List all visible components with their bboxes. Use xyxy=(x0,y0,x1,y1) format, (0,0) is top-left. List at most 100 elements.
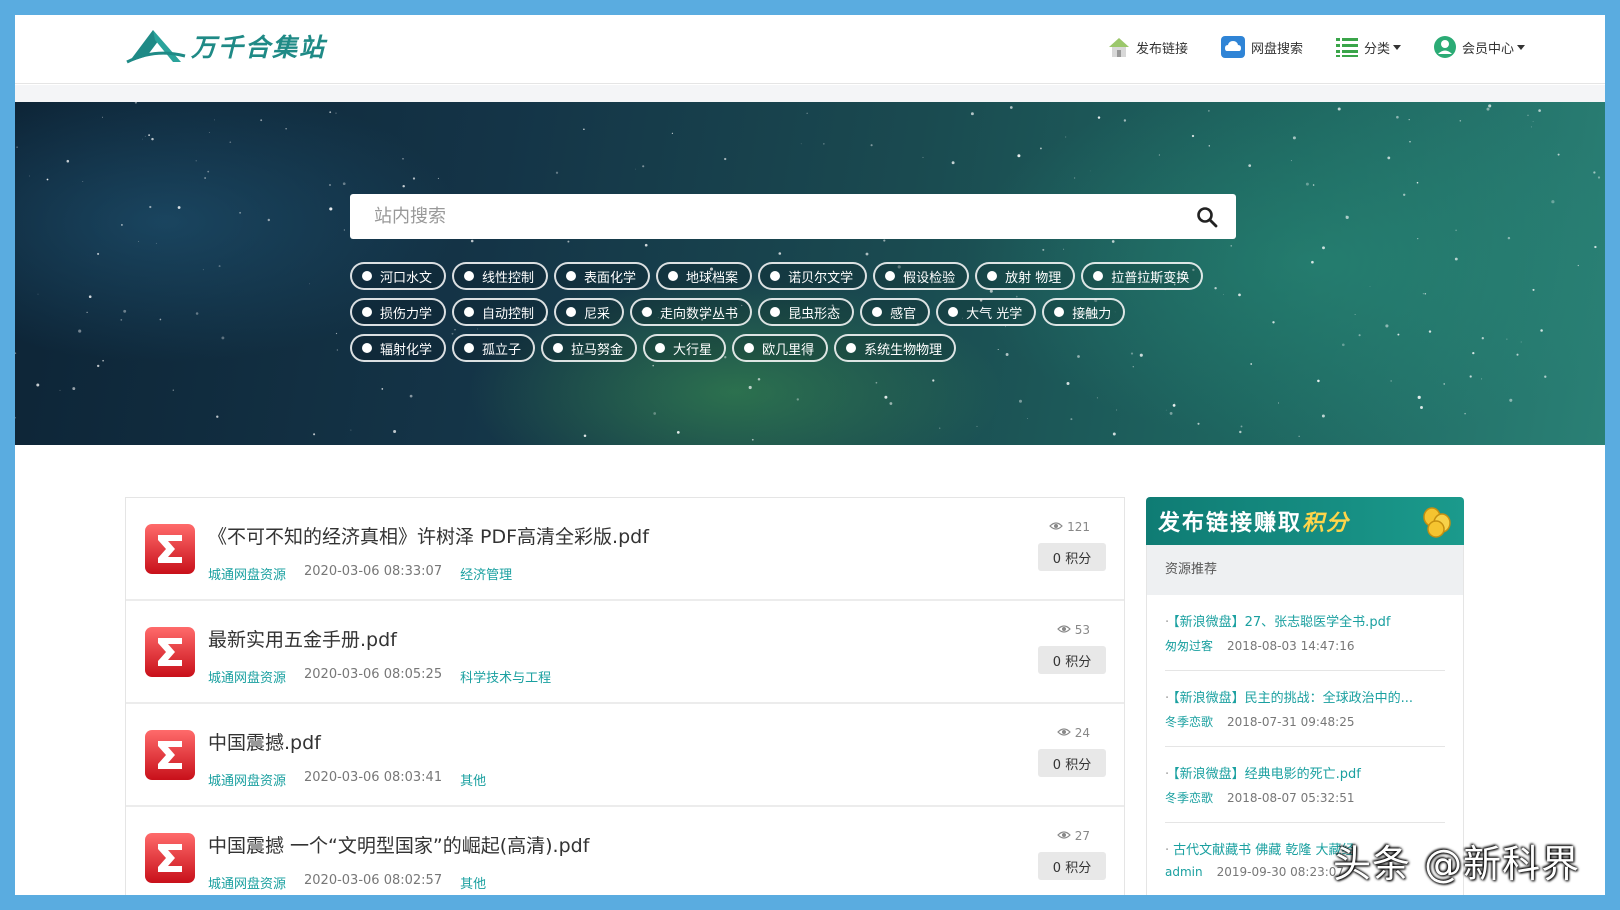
view-count: 121 xyxy=(1049,520,1090,534)
tag-chip[interactable]: 辐射化学 xyxy=(350,334,447,362)
browser-viewport: 万千合集站 发布链接 网盘搜索 分类 会员中心 站内搜索 河口水文 线性控制 表… xyxy=(15,15,1605,895)
search-input[interactable] xyxy=(350,194,1178,239)
resource-title[interactable]: 最新实用五金手册.pdf xyxy=(208,625,397,652)
recommend-user[interactable]: 冬季恋歌 xyxy=(1165,791,1213,805)
tag-chip[interactable]: 感官 xyxy=(860,298,931,326)
recommend-title: 古代文献藏书 佛藏 乾隆 大藏经 xyxy=(1173,843,1355,858)
tag-chip[interactable]: 大气 光学 xyxy=(936,298,1037,326)
bullet-icon xyxy=(566,271,577,281)
bullet-icon: · xyxy=(1165,767,1170,782)
resource-category[interactable]: 科学技术与工程 xyxy=(460,667,551,686)
recommend-date: 2018-08-03 14:47:16 xyxy=(1227,639,1355,653)
bullet-icon xyxy=(1093,271,1104,281)
resource-source[interactable]: 城通网盘资源 xyxy=(208,770,286,789)
tag-chip[interactable]: 尼采 xyxy=(554,298,625,326)
recommend-title-link[interactable]: · 【新浪微盘】经典电影的死亡.pdf xyxy=(1165,763,1445,782)
nav-category-label: 分类 xyxy=(1363,41,1390,57)
promo-banner[interactable]: 发布链接赚取积分 xyxy=(1146,497,1464,545)
resource-category[interactable]: 其他 xyxy=(460,770,486,789)
tag-label: 感官 xyxy=(890,306,917,322)
bullet-icon xyxy=(1054,307,1065,317)
tag-chip[interactable]: 放射 物理 xyxy=(975,262,1076,290)
tag-label: 放射 物理 xyxy=(1005,270,1062,286)
tag-row: 河口水文 线性控制 表面化学 地球档案 诺贝尔文学 假设检验 放射 物理 拉普拉斯变换 xyxy=(350,262,1250,290)
resource-category[interactable]: 经济管理 xyxy=(460,564,512,583)
resource-item: 中国震撼 一个“文明型国家”的崛起(高清).pdf 城通网盘资源 2020-03-0… xyxy=(126,807,1124,895)
tag-chip[interactable]: 系统生物物理 xyxy=(834,334,957,362)
bullet-icon xyxy=(668,271,679,281)
points-badge: 0 积分 xyxy=(1038,646,1106,674)
pdf-file-icon[interactable] xyxy=(144,523,196,575)
pdf-file-icon[interactable] xyxy=(144,626,196,678)
recommend-title: 【新浪微盘】经典电影的死亡.pdf xyxy=(1173,767,1361,782)
resource-source[interactable]: 城通网盘资源 xyxy=(208,564,286,583)
tag-chip[interactable]: 假设检验 xyxy=(873,262,970,290)
tag-label: 欧几里得 xyxy=(762,342,815,358)
site-name: 万千合集站 xyxy=(191,33,327,62)
nav-member-dropdown[interactable]: 会员中心 xyxy=(1433,35,1525,59)
tag-chip[interactable]: 自动控制 xyxy=(452,298,549,326)
bullet-icon xyxy=(464,307,475,317)
nav-disk-search[interactable]: 网盘搜索 xyxy=(1220,35,1303,59)
chevron-down-icon xyxy=(1392,44,1401,50)
hot-tags: 河口水文 线性控制 表面化学 地球档案 诺贝尔文学 假设检验 放射 物理 拉普拉斯变换损伤力学… xyxy=(350,262,1250,370)
eye-icon xyxy=(1049,520,1067,534)
tag-chip[interactable]: 河口水文 xyxy=(350,262,447,290)
resource-meta: 城通网盘资源 2020-03-06 08:33:07 经济管理 xyxy=(208,564,512,583)
recommend-title-link[interactable]: · 【新浪微盘】27、张志聪医学全书.pdf xyxy=(1165,611,1445,630)
resource-list: 《不可不知的经济真相》许树泽 PDF高清全彩版.pdf 城通网盘资源 2020-03… xyxy=(125,497,1125,895)
pdf-file-icon[interactable] xyxy=(144,729,196,781)
resource-title[interactable]: 中国震撼.pdf xyxy=(208,728,321,755)
tag-chip[interactable]: 拉马努金 xyxy=(541,334,638,362)
resource-meta: 城通网盘资源 2020-03-06 08:03:41 其他 xyxy=(208,770,486,789)
tag-chip[interactable]: 拉普拉斯变换 xyxy=(1081,262,1204,290)
nav-category-dropdown[interactable]: 分类 xyxy=(1335,36,1401,58)
recommend-user[interactable]: 冬季恋歌 xyxy=(1165,715,1213,729)
resource-title[interactable]: 中国震撼 一个“文明型国家”的崛起(高清).pdf xyxy=(208,831,589,858)
chevron-down-icon xyxy=(1517,44,1525,50)
bullet-icon: · xyxy=(1165,843,1170,858)
recommend-meta: 冬季恋歌 2018-07-31 09:48:25 xyxy=(1165,713,1445,730)
search-button[interactable] xyxy=(1178,194,1236,239)
pdf-file-icon[interactable] xyxy=(144,832,196,884)
recommend-user[interactable]: admin xyxy=(1165,865,1203,879)
tag-chip[interactable]: 线性控制 xyxy=(452,262,549,290)
resource-title[interactable]: 《不可不知的经济真相》许树泽 PDF高清全彩版.pdf xyxy=(208,522,649,549)
search-icon xyxy=(1197,206,1218,227)
nav-disk-search-label: 网盘搜索 xyxy=(1250,41,1303,57)
recommend-title-link[interactable]: · 【新浪微盘】民主的挑战：全球政治中的... xyxy=(1165,687,1445,706)
tag-chip[interactable]: 损伤力学 xyxy=(350,298,447,326)
tag-chip[interactable]: 地球档案 xyxy=(656,262,753,290)
resource-category[interactable]: 其他 xyxy=(460,873,486,892)
tag-label: 河口水文 xyxy=(380,270,433,286)
recommend-meta: 冬季恋歌 2018-08-07 05:32:51 xyxy=(1165,789,1445,806)
bullet-icon xyxy=(362,307,372,317)
resource-item: 《不可不知的经济真相》许树泽 PDF高清全彩版.pdf 城通网盘资源 2020-03… xyxy=(126,498,1124,601)
bullet-icon xyxy=(464,343,475,353)
tag-row: 辐射化学 孤立子 拉马努金 大行星 欧几里得 系统生物物理 xyxy=(350,334,1250,362)
nav-publish-link[interactable]: 发布链接 xyxy=(1107,36,1188,58)
tag-chip[interactable]: 诺贝尔文学 xyxy=(758,262,868,290)
top-nav: 发布链接 网盘搜索 分类 会员中心 xyxy=(1075,35,1525,59)
promo-main-text: 发布链接赚取 xyxy=(1158,510,1303,536)
logo-mark-icon xyxy=(126,30,186,64)
tag-chip[interactable]: 走向数学丛书 xyxy=(630,298,753,326)
bullet-icon xyxy=(362,271,372,281)
tag-chip[interactable]: 接触力 xyxy=(1042,298,1126,326)
resource-meta: 城通网盘资源 2020-03-06 08:05:25 科学技术与工程 xyxy=(208,667,551,686)
tag-label: 地球档案 xyxy=(686,270,739,286)
tag-chip[interactable]: 昆虫形态 xyxy=(758,298,855,326)
bullet-icon xyxy=(362,343,372,353)
tag-chip[interactable]: 表面化学 xyxy=(554,262,651,290)
tag-chip[interactable]: 欧几里得 xyxy=(732,334,829,362)
view-count: 24 xyxy=(1056,726,1090,740)
recommend-item: · 【新浪微盘】经典电影的死亡.pdf 冬季恋歌 2018-08-07 05:32:5… xyxy=(1165,747,1445,823)
tag-chip[interactable]: 孤立子 xyxy=(452,334,536,362)
resource-item: 中国震撼.pdf 城通网盘资源 2020-03-06 08:03:41 其他 24 0 积… xyxy=(126,704,1124,807)
view-count: 27 xyxy=(1056,829,1090,843)
tag-chip[interactable]: 大行星 xyxy=(643,334,727,362)
resource-source[interactable]: 城通网盘资源 xyxy=(208,667,286,686)
site-logo[interactable]: 万千合集站 xyxy=(125,23,326,69)
recommend-user[interactable]: 匆匆过客 xyxy=(1165,639,1213,653)
resource-source[interactable]: 城通网盘资源 xyxy=(208,873,286,892)
